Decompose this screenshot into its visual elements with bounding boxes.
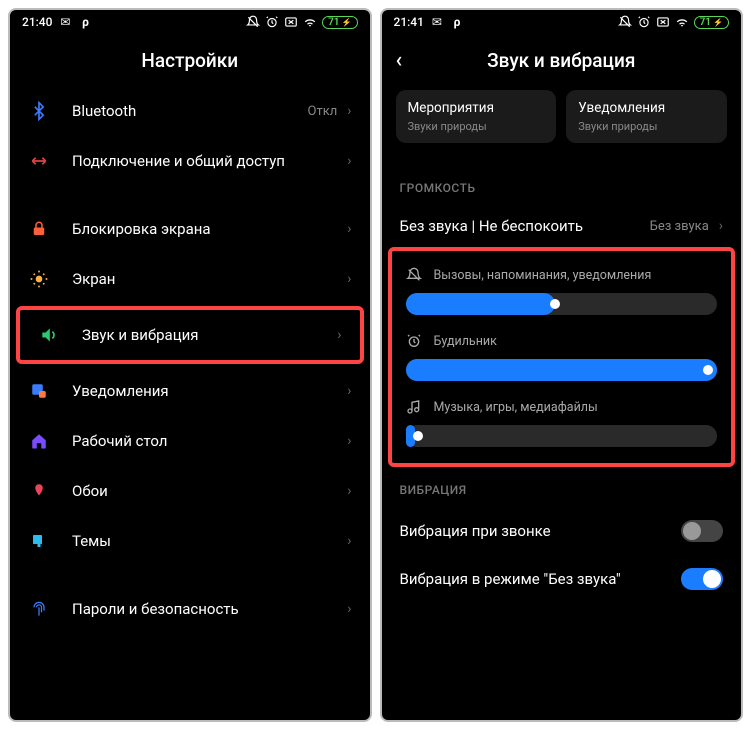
row-label: Рабочий стол bbox=[72, 432, 347, 450]
status-time: 21:40 bbox=[22, 15, 52, 29]
brightness-icon bbox=[28, 268, 50, 290]
row-wallpaper[interactable]: Обои › bbox=[10, 466, 370, 516]
card-subtitle: Звуки природы bbox=[408, 120, 545, 133]
row-home[interactable]: Рабочий стол › bbox=[10, 416, 370, 466]
row-label: Экран bbox=[72, 270, 347, 288]
card-subtitle: Звуки природы bbox=[578, 120, 715, 133]
page-header: ‹ Звук и вибрация bbox=[382, 34, 742, 86]
row-notifications[interactable]: Уведомления › bbox=[10, 366, 370, 416]
slider-track[interactable] bbox=[406, 425, 718, 447]
chevron-right-icon: › bbox=[347, 533, 351, 549]
row-label: Без звука | Не беспокоить bbox=[400, 217, 650, 235]
row-display[interactable]: Экран › bbox=[10, 254, 370, 304]
row-sound[interactable]: Звук и вибрация › bbox=[20, 310, 360, 360]
sharing-icon bbox=[28, 150, 50, 172]
toggle-label: Вибрация при звонке bbox=[400, 522, 682, 540]
home-icon bbox=[28, 430, 50, 452]
envelope-icon: ✉ bbox=[58, 15, 72, 29]
row-label: Bluetooth bbox=[72, 102, 308, 120]
row-vibrate-on-call: Вибрация при звонке bbox=[382, 507, 742, 555]
slider-label: Вызовы, напоминания, уведомления bbox=[434, 268, 652, 283]
slider-alarm: Будильник bbox=[392, 321, 732, 387]
x-box-icon bbox=[656, 15, 670, 29]
speaker-icon bbox=[38, 324, 60, 346]
highlight-volume-sliders: Вызовы, напоминания, уведомления Будильн… bbox=[388, 247, 736, 467]
alarm-icon bbox=[406, 333, 422, 349]
envelope-icon: ✉ bbox=[430, 15, 444, 29]
chevron-right-icon: › bbox=[347, 153, 351, 169]
slider-label: Музыка, игры, медиафайлы bbox=[434, 400, 598, 415]
highlight-sound-row: Звук и вибрация › bbox=[16, 306, 364, 364]
alarm-icon bbox=[637, 15, 651, 29]
row-label: Подключение и общий доступ bbox=[72, 152, 347, 170]
slider-label: Будильник bbox=[434, 334, 497, 349]
row-label: Блокировка экрана bbox=[72, 220, 347, 238]
card-title: Мероприятия bbox=[408, 100, 545, 116]
phone-sound-screen: 21:41 ✉ ρ 71⚡ ‹ Звук и вибрация bbox=[380, 8, 744, 722]
alarm-icon bbox=[265, 15, 279, 29]
row-value: Откл bbox=[308, 104, 338, 119]
chevron-right-icon: › bbox=[337, 327, 341, 343]
row-vibrate-silent: Вибрация в режиме "Без звука" bbox=[382, 555, 742, 603]
row-label: Обои bbox=[72, 482, 347, 500]
wifi-icon bbox=[675, 15, 689, 29]
row-label: Темы bbox=[72, 532, 347, 550]
chevron-right-icon: › bbox=[719, 218, 723, 234]
dnd-icon bbox=[246, 15, 260, 29]
wifi-icon bbox=[303, 15, 317, 29]
battery-indicator: 71⚡ bbox=[694, 16, 729, 29]
lock-icon bbox=[28, 218, 50, 240]
p-icon: ρ bbox=[78, 15, 92, 29]
battery-indicator: 71⚡ bbox=[322, 16, 357, 29]
row-sharing[interactable]: Подключение и общий доступ › bbox=[10, 136, 370, 186]
row-silent-mode[interactable]: Без звука | Не беспокоить Без звука › bbox=[382, 205, 742, 247]
music-icon bbox=[406, 399, 422, 415]
section-vibration: ВИБРАЦИЯ bbox=[382, 475, 742, 507]
dnd-icon bbox=[618, 15, 632, 29]
row-label: Пароли и безопасность bbox=[72, 600, 347, 618]
chevron-right-icon: › bbox=[347, 271, 351, 287]
chevron-right-icon: › bbox=[347, 601, 351, 617]
wallpaper-icon bbox=[28, 480, 50, 502]
themes-icon bbox=[28, 530, 50, 552]
card-events[interactable]: Мероприятия Звуки природы bbox=[396, 90, 557, 143]
card-notifications[interactable]: Уведомления Звуки природы bbox=[566, 90, 727, 143]
fingerprint-icon bbox=[28, 598, 50, 620]
status-bar: 21:41 ✉ ρ 71⚡ bbox=[382, 10, 742, 34]
slider-track[interactable] bbox=[406, 293, 718, 315]
toggle-vibrate-silent[interactable] bbox=[681, 568, 723, 590]
slider-media: Музыка, игры, медиафайлы bbox=[392, 387, 732, 453]
notification-icon bbox=[28, 380, 50, 402]
status-bar: 21:40 ✉ ρ 71⚡ bbox=[10, 10, 370, 34]
row-lockscreen[interactable]: Блокировка экрана › bbox=[10, 204, 370, 254]
x-box-icon bbox=[284, 15, 298, 29]
row-label: Звук и вибрация bbox=[82, 326, 337, 344]
chevron-right-icon: › bbox=[347, 433, 351, 449]
row-security[interactable]: Пароли и безопасность › bbox=[10, 584, 370, 634]
chevron-right-icon: › bbox=[347, 383, 351, 399]
slider-calls: Вызовы, напоминания, уведомления bbox=[392, 255, 732, 321]
row-label: Уведомления bbox=[72, 382, 347, 400]
row-value: Без звука bbox=[650, 219, 709, 234]
row-themes[interactable]: Темы › bbox=[10, 516, 370, 566]
card-title: Уведомления bbox=[578, 100, 715, 116]
back-button[interactable]: ‹ bbox=[396, 48, 403, 73]
slider-track[interactable] bbox=[406, 359, 718, 381]
page-title: Звук и вибрация bbox=[487, 49, 635, 72]
chevron-right-icon: › bbox=[347, 221, 351, 237]
status-time: 21:41 bbox=[394, 15, 424, 29]
chevron-right-icon: › bbox=[347, 483, 351, 499]
bluetooth-icon bbox=[28, 100, 50, 122]
bell-off-icon bbox=[406, 267, 422, 283]
toggle-label: Вибрация в режиме "Без звука" bbox=[400, 570, 682, 588]
chevron-right-icon: › bbox=[347, 103, 351, 119]
section-volume: ГРОМКОСТЬ bbox=[382, 173, 742, 205]
phone-settings-screen: 21:40 ✉ ρ 71⚡ Настройки bbox=[8, 8, 372, 722]
toggle-vibrate-on-call[interactable] bbox=[681, 520, 723, 542]
page-title: Настройки bbox=[10, 34, 370, 86]
p-icon: ρ bbox=[450, 15, 464, 29]
row-bluetooth[interactable]: Bluetooth Откл › bbox=[10, 86, 370, 136]
